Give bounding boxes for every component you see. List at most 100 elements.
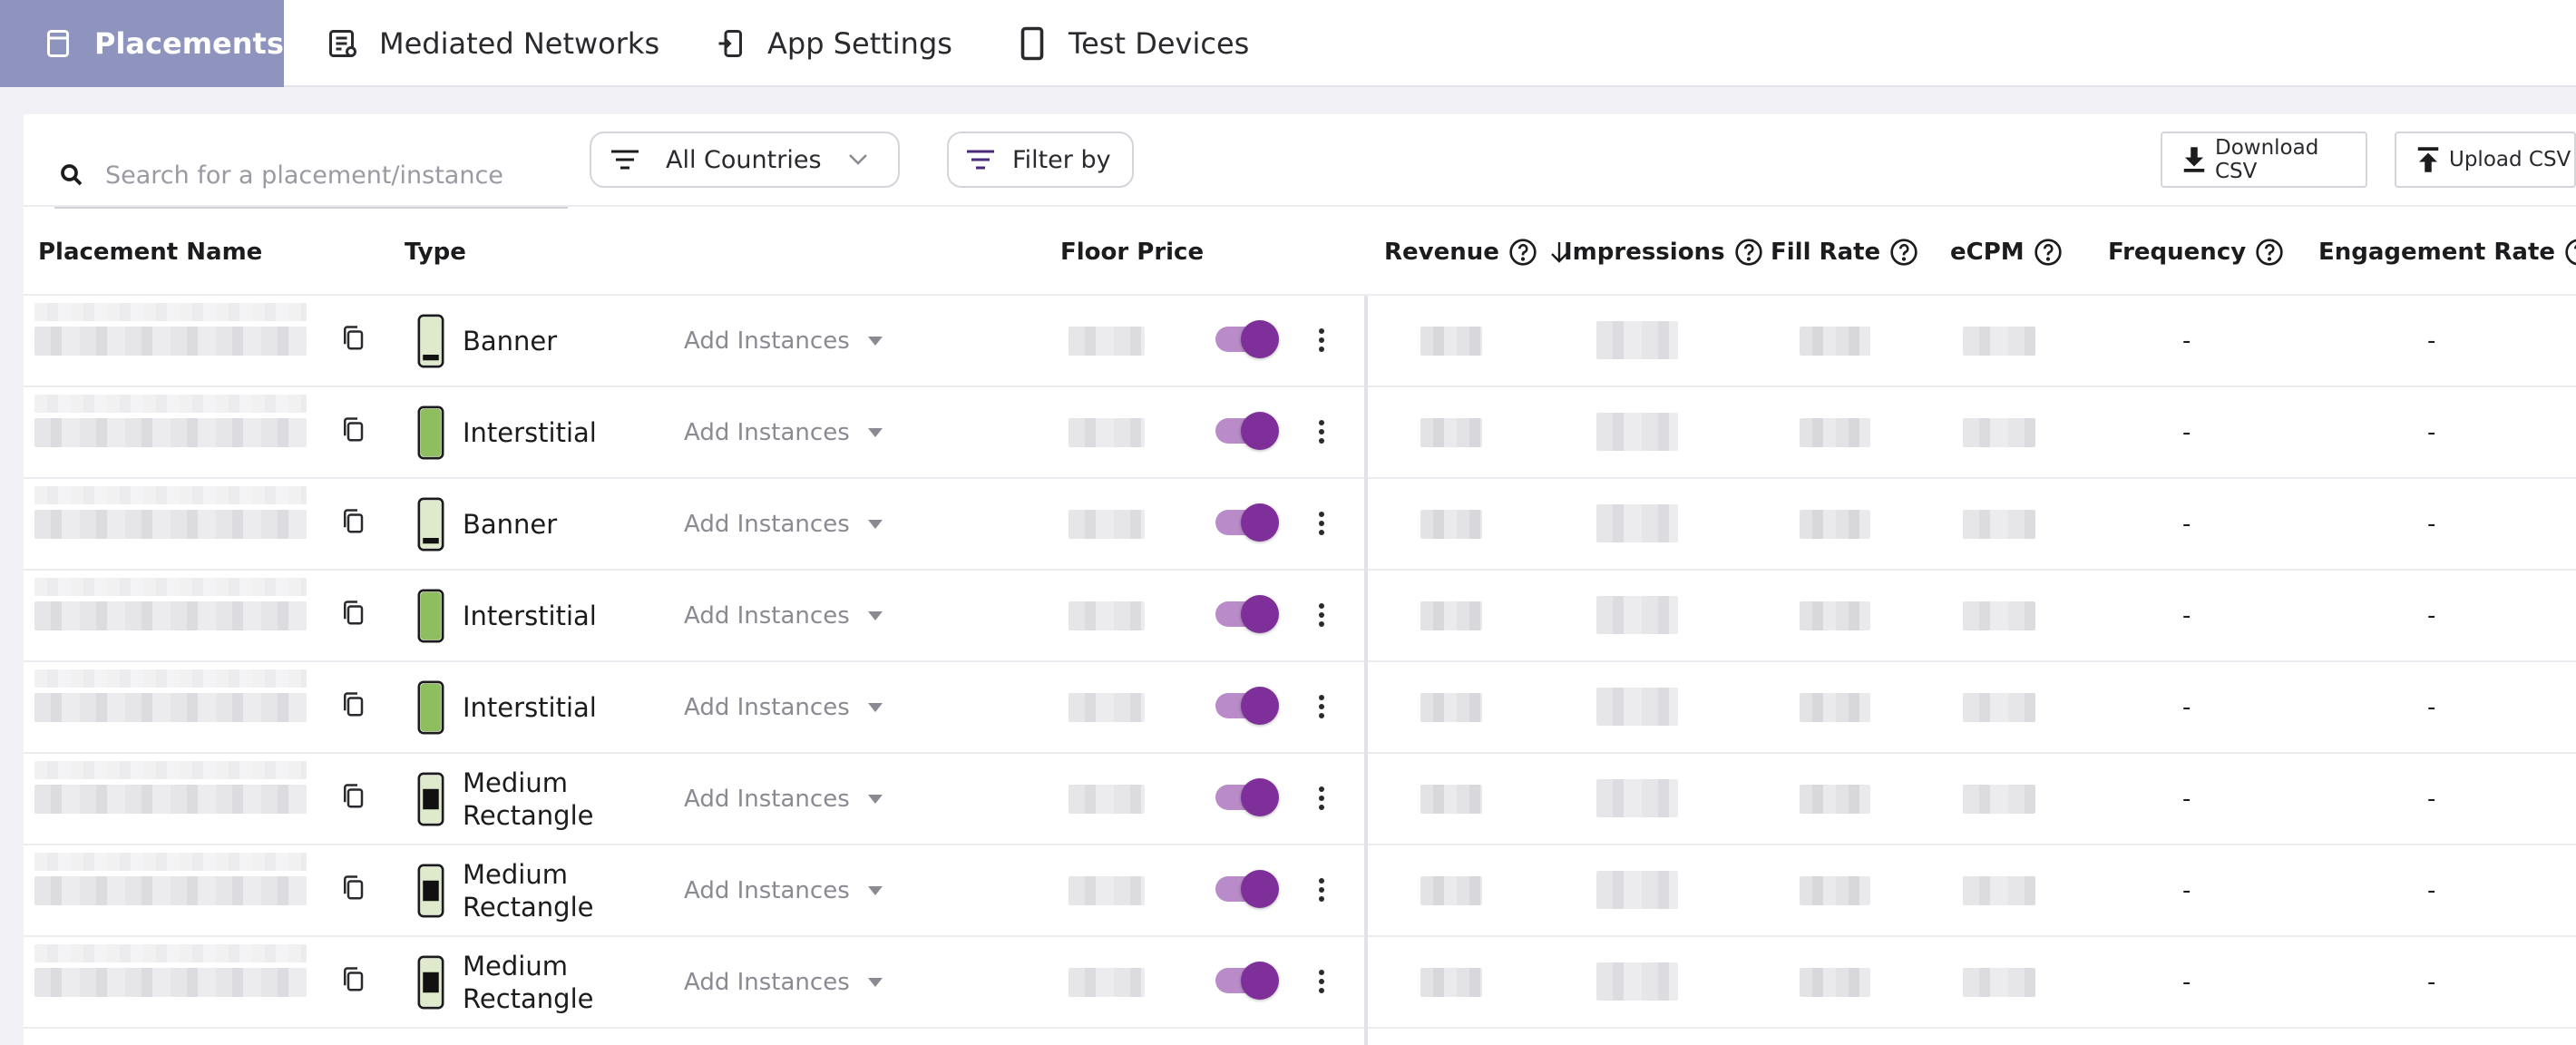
help-icon[interactable]: [2255, 238, 2284, 267]
add-instances-label: Add Instances: [684, 419, 850, 446]
copy-icon[interactable]: [339, 506, 366, 537]
type-label-line: Medium: [463, 859, 568, 890]
engagement-rate-value: -: [2427, 786, 2436, 813]
help-icon[interactable]: [1508, 238, 1537, 267]
add-instances-dropdown[interactable]: Add Instances: [684, 571, 883, 661]
column-frequency[interactable]: Frequency: [2108, 207, 2284, 298]
tab-label: App Settings: [767, 26, 952, 61]
fill-rate-redacted: [1800, 968, 1870, 997]
caret-down-icon: [867, 337, 883, 346]
more-options-icon[interactable]: [1317, 508, 1326, 539]
column-revenue[interactable]: Revenue: [1384, 207, 1570, 298]
type-label: Medium Rectangle: [463, 767, 593, 832]
placement-toggle[interactable]: [1215, 595, 1279, 633]
placement-toggle[interactable]: [1215, 870, 1279, 908]
add-instances-dropdown[interactable]: Add Instances: [684, 754, 883, 845]
floor-price-redacted: [1068, 693, 1145, 722]
tab-placements[interactable]: Placements: [0, 0, 284, 87]
placement-toggle[interactable]: [1215, 687, 1279, 725]
frequency-value: -: [2182, 419, 2191, 446]
type-label-line: Rectangle: [463, 800, 594, 831]
column-impressions[interactable]: Impressions: [1564, 207, 1763, 298]
add-instances-dropdown[interactable]: Add Instances: [684, 937, 883, 1028]
placement-toggle[interactable]: [1215, 962, 1279, 1000]
table-row[interactable]: Interstitial Add Instances - -: [24, 662, 2576, 754]
ad-type-icon: [415, 680, 446, 738]
revenue-redacted: [1420, 418, 1482, 447]
ad-type-icon: [415, 497, 446, 555]
placement-toggle[interactable]: [1215, 320, 1279, 358]
add-instances-dropdown[interactable]: Add Instances: [684, 296, 883, 386]
column-fill-rate[interactable]: Fill Rate: [1771, 207, 1918, 298]
engagement-rate-value: -: [2427, 419, 2436, 446]
help-icon[interactable]: [1734, 238, 1763, 267]
filter-icon: [965, 148, 996, 171]
toggle-knob: [1241, 595, 1279, 633]
fill-rate-redacted: [1800, 418, 1870, 447]
table-row[interactable]: Medium Rectangle Add Instances - -: [24, 937, 2576, 1029]
more-options-icon[interactable]: [1317, 966, 1326, 997]
copy-icon[interactable]: [339, 689, 366, 720]
placement-name-redacted: [34, 853, 307, 871]
column-placement-name[interactable]: Placement Name: [38, 207, 262, 298]
more-options-icon[interactable]: [1317, 325, 1326, 356]
tab-mediated-networks[interactable]: Mediated Networks: [325, 0, 659, 87]
copy-icon[interactable]: [339, 964, 366, 995]
download-csv-button[interactable]: Download CSV: [2161, 132, 2367, 188]
table-header: Placement Name Type Floor Price Revenue …: [24, 205, 2576, 296]
copy-icon[interactable]: [339, 598, 366, 629]
add-instances-dropdown[interactable]: Add Instances: [684, 662, 883, 753]
countries-dropdown[interactable]: All Countries: [590, 132, 900, 188]
more-options-icon[interactable]: [1317, 600, 1326, 630]
tab-app-settings[interactable]: App Settings: [713, 0, 952, 87]
tab-test-devices[interactable]: Test Devices: [1014, 0, 1249, 87]
floor-price-redacted: [1068, 510, 1145, 539]
column-type[interactable]: Type: [405, 207, 466, 298]
more-options-icon[interactable]: [1317, 416, 1326, 447]
placement-name-redacted: [34, 418, 307, 447]
frequency-value: -: [2182, 694, 2191, 721]
engagement-rate-value: -: [2427, 327, 2436, 355]
type-label-line: Medium: [463, 951, 568, 982]
column-ecpm[interactable]: eCPM: [1950, 207, 2063, 298]
placement-toggle[interactable]: [1215, 412, 1279, 450]
table-row[interactable]: Banner Add Instances - -: [24, 479, 2576, 571]
help-icon[interactable]: [1889, 238, 1918, 267]
placement-toggle[interactable]: [1215, 778, 1279, 816]
placement-name-redacted: [34, 601, 307, 630]
help-icon[interactable]: [2034, 238, 2063, 267]
copy-icon[interactable]: [339, 781, 366, 812]
countries-label: All Countries: [666, 145, 822, 174]
more-options-icon[interactable]: [1317, 783, 1326, 814]
table-row[interactable]: Medium Rectangle Add Instances - -: [24, 754, 2576, 845]
floor-price-redacted: [1068, 876, 1145, 905]
column-floor-price[interactable]: Floor Price: [1060, 207, 1204, 298]
add-instances-label: Add Instances: [684, 327, 850, 355]
copy-icon[interactable]: [339, 415, 366, 445]
toggle-knob: [1241, 962, 1279, 1000]
filter-by-button[interactable]: Filter by: [947, 132, 1134, 188]
top-navigation: Placements Mediated Networks App Setting…: [0, 0, 2576, 87]
more-options-icon[interactable]: [1317, 691, 1326, 722]
revenue-redacted: [1420, 968, 1482, 997]
add-instances-dropdown[interactable]: Add Instances: [684, 387, 883, 478]
table-row[interactable]: Medium Rectangle Add Instances - -: [24, 845, 2576, 937]
table-row[interactable]: Banner Add Instances - -: [24, 296, 2576, 387]
copy-icon[interactable]: [339, 323, 366, 354]
help-icon[interactable]: [2564, 238, 2576, 267]
placement-toggle[interactable]: [1215, 503, 1279, 542]
placement-name-redacted: [34, 486, 307, 504]
more-options-icon[interactable]: [1317, 874, 1326, 905]
table-row[interactable]: Interstitial Add Instances - -: [24, 571, 2576, 662]
add-instances-dropdown[interactable]: Add Instances: [684, 845, 883, 936]
upload-csv-button[interactable]: Upload CSV: [2395, 132, 2576, 188]
impressions-redacted: [1596, 962, 1678, 1001]
type-label: Banner: [463, 325, 557, 357]
copy-icon[interactable]: [339, 873, 366, 903]
add-instances-dropdown[interactable]: Add Instances: [684, 479, 883, 570]
column-label: Engagement Rate: [2318, 239, 2556, 266]
ecpm-redacted: [1963, 876, 2035, 905]
search-input[interactable]: [105, 161, 541, 190]
table-row[interactable]: Interstitial Add Instances - -: [24, 387, 2576, 479]
column-engagement-rate[interactable]: Engagement Rate: [2318, 207, 2576, 298]
